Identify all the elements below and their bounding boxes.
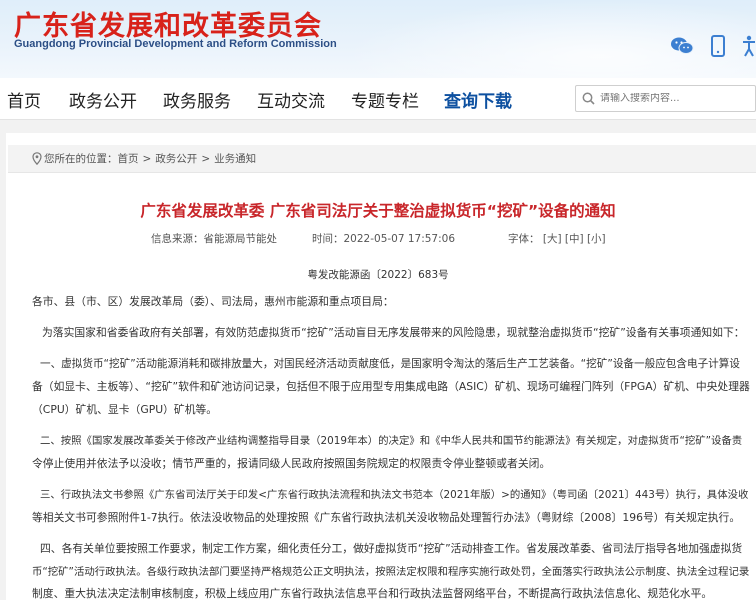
article-line: 各市、县（市、区）发展改革局（委）、司法局，惠州市能源和重点项目局：	[32, 295, 394, 308]
font-size-label: 字体：	[508, 233, 540, 245]
nav-item-gov-affairs-public[interactable]: 政务公开	[69, 87, 137, 112]
font-size-controls: 字体： [大] [中] [小]	[508, 231, 606, 246]
breadcrumb-link-home[interactable]: 首页	[118, 151, 139, 166]
nav-item-gov-services[interactable]: 政务服务	[163, 87, 231, 112]
article-line: 二、按照《国家发展改革委关于修改产业结构调整指导目录（2019年本）的决定》和《…	[40, 435, 743, 447]
site-subtitle: Guangdong Provincial Development and Ref…	[14, 38, 337, 50]
search-icon[interactable]	[576, 92, 600, 105]
article-line: 等相关文书可参照附件1-7执行。依法没收物品的处理按照《广东省行政执法机关没收物…	[32, 511, 741, 524]
article-title: 广东省发展改革委 广东省司法厅关于整治虚拟货币“挖矿”设备的通知	[140, 202, 616, 220]
breadcrumb-separator: >	[201, 152, 211, 165]
breadcrumb-link-gov-affairs-public[interactable]: 政务公开	[155, 151, 197, 166]
article-line: 四、各有关单位要按照工作要求，制定工作方案，细化责任分工，做好虚拟货币“挖矿”活…	[40, 542, 743, 555]
nav-item-special-topics[interactable]: 专题专栏	[351, 87, 419, 112]
article-time: 时间：2022-05-07 17:57:06	[312, 233, 456, 245]
mobile-icon[interactable]	[706, 34, 730, 58]
article-line: 备（如显卡、主板等）、“挖矿”软件和矿池访问记录，包括但不限于应用型专用集成电路…	[32, 380, 750, 393]
article-line: 三、行政执法文书参照《广东省司法厅关于印发<广东省行政执法流程和执法文书范本（2…	[40, 489, 749, 501]
search-input[interactable]	[600, 93, 750, 104]
breadcrumb-prefix: 您所在的位置：	[44, 153, 118, 165]
breadcrumb-link-business-notice[interactable]: 业务通知	[214, 151, 256, 166]
breadcrumb-separator: >	[142, 152, 152, 165]
location-pin-icon	[32, 152, 42, 168]
article-line: 令停止使用并依法予以没收；情节严重的，报请同级人民政府按照国务院规定的权限责令停…	[32, 457, 551, 470]
document-number: 粤发改能源函〔2022〕683号	[307, 269, 449, 281]
article-line: 币“挖矿”活动行政执法。各级行政执法部门要坚持严格规范公正文明执法，按照法定权限…	[32, 566, 750, 578]
font-size-small-button[interactable]: [小]	[587, 233, 606, 245]
header-icons	[670, 34, 756, 58]
article-line: 为落实国家和省委省政府有关部署，有效防范虚拟货币“挖矿”活动盲目无序发展带来的风…	[42, 326, 745, 339]
article-line: 一、虚拟货币“挖矿”活动能源消耗和碳排放量大，对国民经济活动贡献度低，是国家明令…	[40, 358, 740, 370]
nav-item-query-download[interactable]: 查询下载	[444, 87, 512, 112]
article-line: （CPU）矿机、显卡（GPU）矿机等。	[32, 403, 218, 416]
wechat-icon[interactable]	[670, 34, 694, 58]
site-header: 广东省发展和改革委员会 Guangdong Provincial Develop…	[0, 0, 756, 78]
font-size-medium-button[interactable]: [中]	[565, 233, 584, 245]
font-size-large-button[interactable]: [大]	[543, 233, 562, 245]
article-source: 信息来源：省能源局节能处	[151, 233, 277, 245]
breadcrumb: 您所在的位置： 首页 > 政务公开 > 业务通知	[8, 145, 756, 173]
search-box	[575, 85, 756, 112]
article-line: 制度、重大执法决定法制审核制度，积极上线应用广东省行政执法信息平台和行政执法监督…	[32, 587, 713, 600]
nav-item-home[interactable]: 首页	[7, 87, 41, 112]
nav-item-interaction[interactable]: 互动交流	[257, 87, 325, 112]
accessibility-icon[interactable]	[742, 34, 756, 58]
